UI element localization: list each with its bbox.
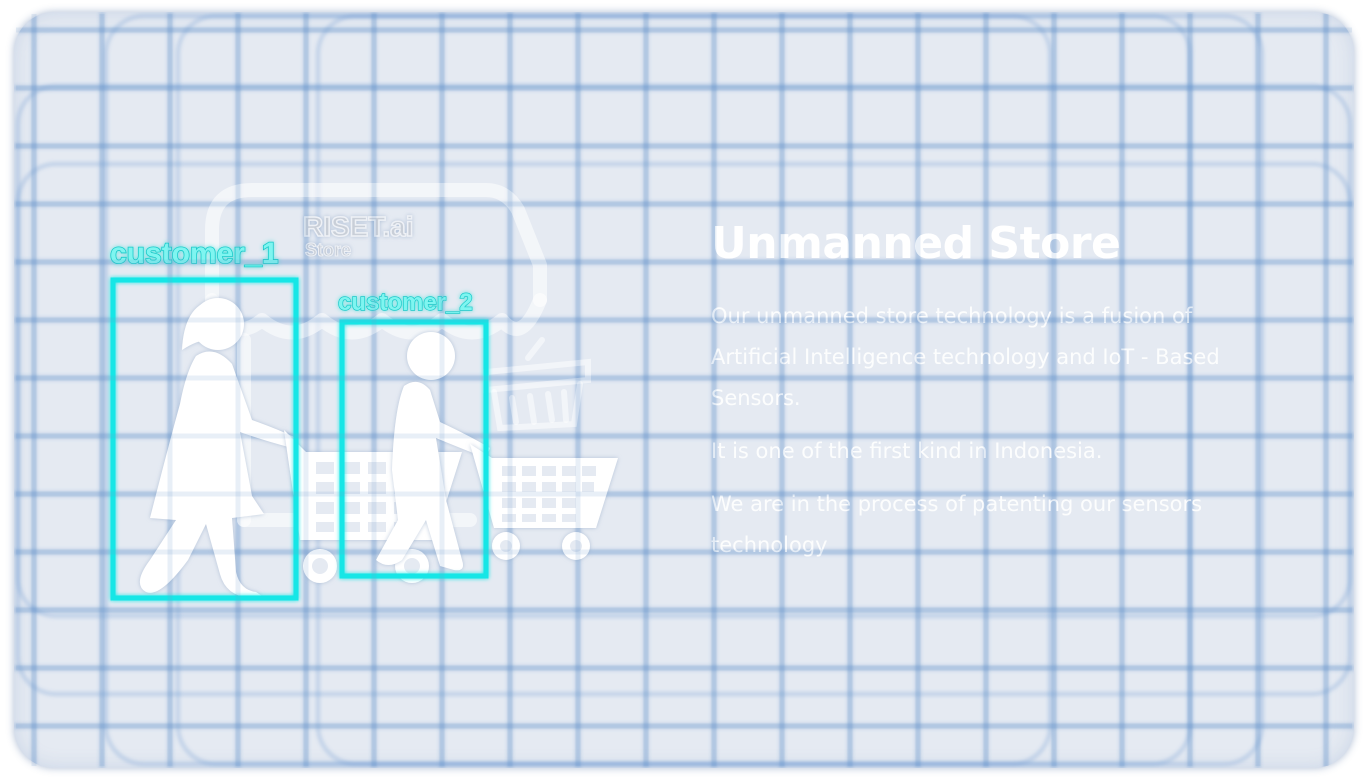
description-paragraph-2: It is one of the first kind in Indonesia…	[711, 439, 1103, 463]
detection-label-customer-2: customer_2	[338, 289, 473, 316]
page: RISET.ai Store customer_1 customer_2 Unm…	[0, 0, 1369, 782]
detection-label-customer-1: customer_1	[110, 237, 278, 270]
store-brand-sub: Store	[305, 240, 351, 260]
page-title: Unmanned Store	[711, 218, 1121, 269]
customer-1-figure	[139, 298, 296, 598]
store-brand-name: RISET.ai	[303, 211, 413, 242]
shopping-cart-2-icon	[470, 444, 618, 560]
description-paragraph-1: Our unmanned store technology is a fusio…	[711, 304, 1220, 410]
basket-icon	[483, 337, 591, 432]
store-brand: RISET.ai Store	[302, 210, 414, 260]
description-paragraph-3: We are in the process of patenting our s…	[711, 492, 1203, 557]
hero-content: Unmanned Store Our unmanned store techno…	[711, 212, 1271, 566]
